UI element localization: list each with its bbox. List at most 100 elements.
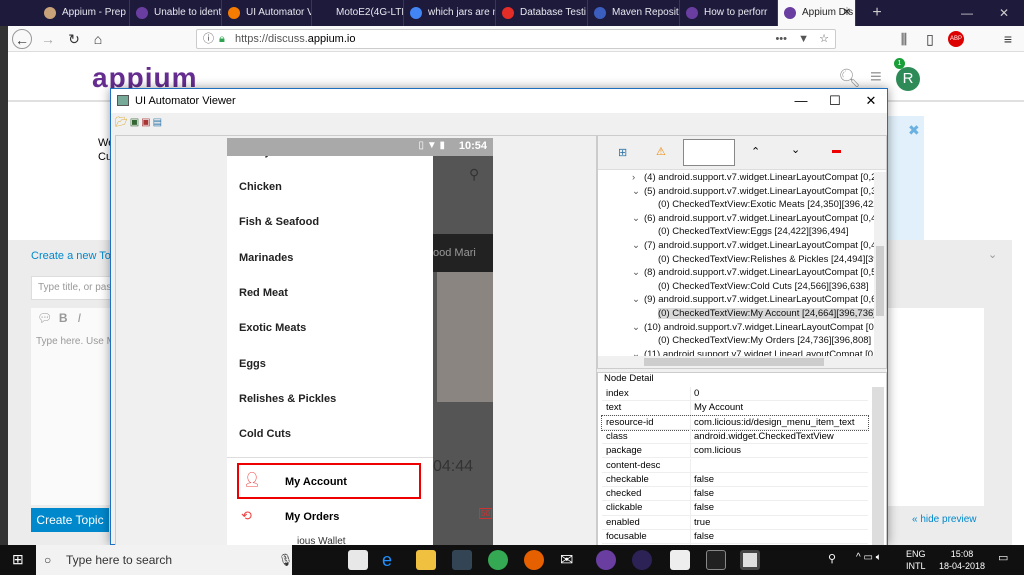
new-tab-button[interactable]: + (860, 0, 894, 26)
device-screenshot-icon[interactable]: ▣ (130, 117, 141, 128)
tree-node[interactable]: ⌄ (8) android.support.v7.widget.LinearLa… (632, 267, 874, 278)
collapse-arrow-icon[interactable]: ⌄ (632, 294, 640, 305)
next-icon[interactable]: ⌄ (791, 143, 800, 156)
tree-vertical-scrollbar[interactable] (874, 172, 886, 356)
avatar[interactable]: R (896, 67, 920, 91)
detail-row[interactable]: index 0 (602, 387, 868, 402)
warning-icon[interactable]: ⚠ (656, 145, 666, 158)
clock[interactable]: 15:08 18-04-2018 (938, 548, 986, 572)
detail-row[interactable]: checkable false (602, 472, 868, 488)
forward-button[interactable]: → (38, 29, 58, 49)
browser-tab[interactable]: How to perforr (680, 0, 778, 26)
collapse-chevron-icon[interactable]: ⌄ (988, 248, 997, 261)
info-icon[interactable]: ⓘ (203, 30, 214, 48)
chrome-icon[interactable] (488, 550, 508, 570)
people-icon[interactable]: ⚲ (828, 552, 836, 565)
tree-node[interactable]: (0) CheckedTextView:My Account [24,664][… (658, 308, 874, 319)
browser-tab[interactable]: Appium Dis ✕ (778, 0, 856, 26)
tree-node[interactable]: (0) CheckedTextView:Exotic Meats [24,350… (658, 199, 874, 210)
detail-row[interactable]: checked false (602, 487, 868, 502)
uiautomatorviewer-icon[interactable] (740, 550, 760, 570)
tree-node[interactable]: ⌄ (11) android.support.v7.widget.LinearL… (632, 349, 874, 356)
save-icon[interactable]: ▤ (153, 117, 164, 128)
reload-button[interactable]: ↻ (64, 29, 84, 49)
tree-horizontal-scrollbar[interactable] (598, 356, 886, 368)
previous-icon[interactable]: ⌃ (751, 145, 760, 158)
tray-icons[interactable]: ^ ▭ 🔈︎ (856, 552, 882, 563)
close-tab-icon[interactable]: ✕ (843, 0, 851, 26)
tree-node[interactable]: (0) CheckedTextView:Cold Cuts [24,566][3… (658, 281, 869, 292)
mic-icon[interactable]: 🎙︎ (278, 545, 293, 575)
browser-tab[interactable]: Appium - Prep (38, 0, 130, 26)
detail-row[interactable]: content-desc (602, 458, 868, 473)
maximize-button[interactable]: ☐ (817, 89, 853, 113)
app-icon[interactable] (452, 550, 472, 570)
edge-icon[interactable]: e (382, 550, 402, 570)
menu-icon[interactable]: ≡ (998, 29, 1018, 49)
expand-all-icon[interactable]: ⊞ (618, 146, 627, 159)
hide-preview-link[interactable]: « hide preview (912, 514, 976, 525)
browser-tab[interactable]: UI Automator V (222, 0, 312, 26)
tree-node[interactable]: ⌄ (9) android.support.v7.widget.LinearLa… (632, 294, 874, 305)
italic-icon[interactable]: I (78, 311, 81, 325)
back-button[interactable]: ← (12, 29, 32, 49)
detail-row[interactable]: resource-id com.licious:id/design_menu_it… (601, 414, 869, 431)
collapse-arrow-icon[interactable]: ⌄ (632, 213, 640, 224)
detail-row[interactable]: package com.licious (602, 444, 868, 459)
library-icon[interactable]: ⫼ (894, 29, 914, 49)
search-field[interactable] (683, 139, 735, 166)
menu-item[interactable]: Eggs (239, 358, 266, 370)
tree-node[interactable]: › (4) android.support.v7.widget.LinearLa… (632, 172, 874, 183)
collapse-arrow-icon[interactable]: ⌄ (632, 322, 640, 333)
my-orders-item[interactable]: My Orders (285, 511, 339, 523)
menu-item[interactable]: Red Meat (239, 287, 288, 299)
action-center-icon[interactable]: ▭ (998, 551, 1008, 564)
tree-node[interactable]: (0) CheckedTextView:Relishes & Pickles [… (658, 254, 874, 265)
collapse-arrow-icon[interactable]: ⌄ (632, 186, 640, 197)
quote-icon[interactable]: 💬︎ (37, 311, 52, 325)
open-folder-icon[interactable]: 📂︎ (115, 117, 130, 128)
detail-scrollbar[interactable] (872, 387, 884, 547)
menu-item[interactable]: Relishes & Pickles (239, 393, 336, 405)
language-indicator[interactable]: ENG INTL (906, 548, 926, 572)
detail-row[interactable]: clickable false (602, 501, 868, 516)
menu-item[interactable]: Marinades (239, 252, 293, 264)
tree-node[interactable]: ⌄ (7) android.support.v7.widget.LinearLa… (632, 240, 874, 251)
browser-tab[interactable]: Maven Reposit (588, 0, 680, 26)
expand-arrow-icon[interactable]: › (632, 172, 635, 183)
minimize-button[interactable]: — (950, 0, 984, 26)
close-button[interactable]: ✕ (853, 89, 889, 113)
taskbar-search[interactable]: ○ Type here to search 🎙︎ (36, 545, 293, 575)
cmd-icon[interactable] (706, 550, 726, 570)
tree-node[interactable]: ⌄ (10) android.support.v7.widget.LinearL… (632, 322, 874, 333)
store-icon[interactable] (348, 550, 368, 570)
browser-tab[interactable]: MotoE2(4G-LTE) (312, 0, 404, 26)
bookmark-star-icon[interactable]: ☆ (819, 30, 829, 48)
detail-row[interactable]: text My Account (602, 401, 868, 416)
detail-row[interactable]: focusable false (602, 530, 868, 545)
tree-node[interactable]: ⌄ (6) android.support.v7.widget.LinearLa… (632, 213, 874, 224)
hamburger-icon[interactable]: ≡ (870, 66, 882, 89)
bold-icon[interactable]: B (59, 311, 68, 325)
appium-icon[interactable] (596, 550, 616, 570)
tree-node[interactable]: ⌄ (5) android.support.v7.widget.LinearLa… (632, 186, 874, 197)
hierarchy-tree[interactable]: › (4) android.support.v7.widget.LinearLa… (598, 172, 874, 356)
home-button[interactable]: ⌂ (88, 29, 108, 49)
clear-icon[interactable] (832, 150, 841, 153)
adblock-icon[interactable]: ABP (948, 31, 964, 47)
tree-node[interactable]: (0) CheckedTextView:My Orders [24,736][3… (658, 335, 871, 346)
menu-item[interactable]: Exotic Meats (239, 322, 306, 334)
collapse-arrow-icon[interactable]: ⌄ (632, 267, 640, 278)
start-icon[interactable]: ⊞ (12, 551, 24, 568)
collapse-arrow-icon[interactable]: ⌄ (632, 240, 640, 251)
sidebar-icon[interactable]: ▯ (920, 29, 940, 49)
collapse-arrow-icon[interactable]: ⌄ (632, 349, 640, 356)
browser-tab[interactable]: which jars are n (404, 0, 496, 26)
minimize-button[interactable]: — (783, 89, 819, 113)
pocket-icon[interactable]: ▼ (798, 30, 809, 48)
search-icon[interactable]: 🔍︎ (838, 68, 861, 89)
device-screenshot[interactable]: ood Mari 04:44 50 ⚲ Today's Deals Chicke… (227, 138, 493, 550)
browser-tab[interactable]: Unable to ident (130, 0, 222, 26)
close-window-button[interactable]: ✕ (984, 0, 1024, 26)
detail-row[interactable]: enabled true (602, 515, 868, 530)
